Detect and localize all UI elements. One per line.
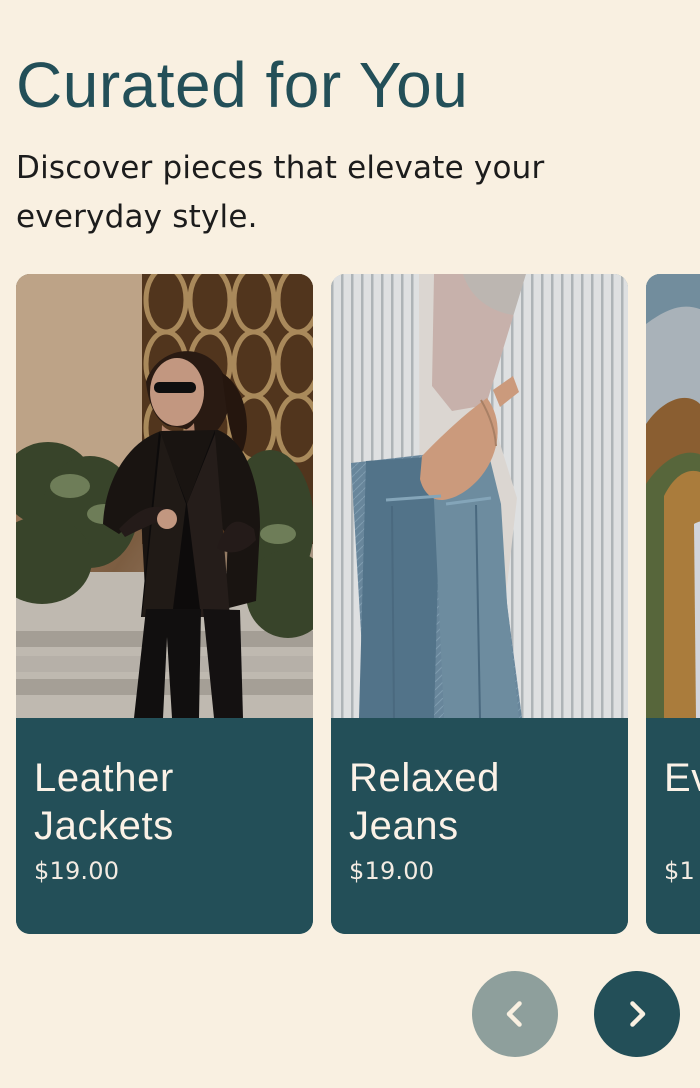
product-card-leather-jackets[interactable]: Leather Jackets $19.00 <box>16 274 313 934</box>
carousel-track: Leather Jackets $19.00 Relaxed Jeans $19… <box>16 274 700 934</box>
partial-product-image <box>646 274 700 718</box>
previous-slide-button[interactable] <box>472 971 558 1057</box>
section-subtitle: Discover pieces that elevate your everyd… <box>16 150 545 235</box>
product-card-body: Relaxed Jeans $19.00 <box>331 718 628 934</box>
carousel-controls <box>472 971 682 1057</box>
product-title: Leather Jackets <box>34 756 174 848</box>
page: Curated for You Discover pieces that ele… <box>0 0 700 1088</box>
leather-jacket-image <box>16 274 313 718</box>
section-title: Curated for You <box>16 49 469 121</box>
product-price: $19.00 <box>349 857 435 885</box>
product-card-relaxed-jeans[interactable]: Relaxed Jeans $19.00 <box>331 274 628 934</box>
chevron-left-icon <box>506 1001 522 1027</box>
product-image-relaxed-jeans <box>331 274 628 718</box>
product-card-body: Leather Jackets $19.00 <box>16 718 313 934</box>
product-price: $19.00 <box>34 857 120 885</box>
product-carousel[interactable]: Leather Jackets $19.00 Relaxed Jeans $19… <box>16 274 700 934</box>
chevron-right-icon <box>630 1001 646 1027</box>
product-title: Relaxed Jeans <box>349 756 500 848</box>
product-card-partial[interactable]: Ev $1 <box>646 274 700 934</box>
next-slide-button[interactable] <box>594 971 680 1057</box>
product-image-leather-jackets <box>16 274 313 718</box>
product-price: $1 <box>664 857 695 885</box>
relaxed-jeans-image <box>331 274 628 718</box>
product-title: Ev <box>664 756 700 800</box>
product-image-partial <box>646 274 700 718</box>
product-card-body: Ev $1 <box>646 718 700 934</box>
